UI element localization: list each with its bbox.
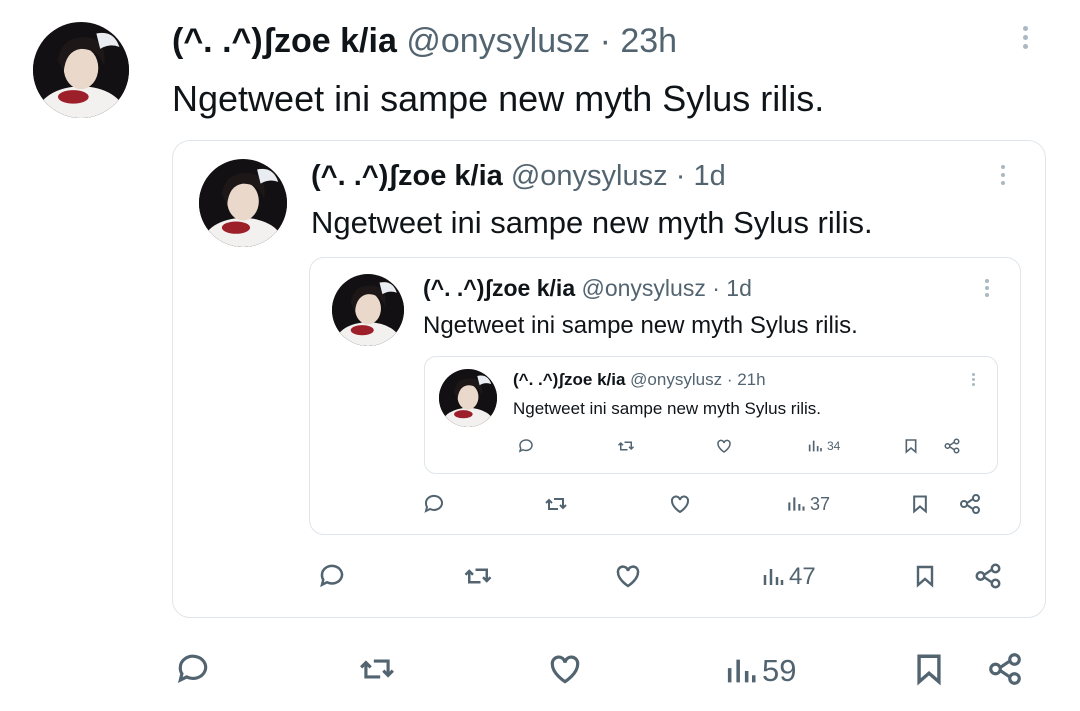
more-icon[interactable] bbox=[982, 276, 992, 304]
reply-button[interactable] bbox=[317, 561, 347, 591]
retweet-icon bbox=[360, 659, 394, 679]
reply-button[interactable] bbox=[517, 437, 535, 455]
more-icon[interactable] bbox=[997, 161, 1009, 195]
reply-button[interactable] bbox=[174, 650, 212, 688]
bookmark-button[interactable] bbox=[903, 437, 919, 455]
like-button[interactable] bbox=[668, 492, 692, 516]
bookmark-button[interactable] bbox=[910, 493, 930, 515]
bookmark-icon bbox=[917, 654, 941, 686]
quoted-tweet[interactable]: (^. .^)ʃzoe k/ia @onysylusz · 1d Ngetwee… bbox=[172, 140, 1046, 618]
retweet-button[interactable] bbox=[463, 561, 493, 591]
avatar[interactable] bbox=[199, 159, 287, 247]
separator: · bbox=[726, 370, 733, 389]
share-icon bbox=[975, 563, 1001, 589]
separator: · bbox=[675, 160, 686, 192]
share-icon bbox=[944, 438, 960, 454]
like-button[interactable] bbox=[546, 650, 584, 688]
views-button[interactable]: 34 bbox=[807, 437, 840, 455]
tweet-header: (^. .^)ʃzoe k/ia @onysylusz · 1d bbox=[311, 158, 726, 194]
share-icon bbox=[989, 653, 1021, 685]
avatar[interactable] bbox=[439, 369, 497, 427]
tweet-header: (^. .^)ʃzoe k/ia @onysylusz · 1d bbox=[423, 274, 752, 302]
views-icon bbox=[788, 497, 805, 511]
retweet-button[interactable] bbox=[544, 492, 568, 516]
reply-icon bbox=[320, 564, 344, 588]
views-button[interactable]: 59 bbox=[724, 653, 796, 689]
handle[interactable]: @onysylusz bbox=[511, 160, 668, 192]
action-bar: 34 bbox=[425, 435, 997, 459]
views-icon bbox=[763, 569, 784, 585]
retweet-button[interactable] bbox=[617, 437, 635, 455]
tweet-text: Ngetweet ini sampe new myth Sylus rilis. bbox=[311, 205, 873, 240]
avatar-image bbox=[33, 22, 129, 118]
views-count: 34 bbox=[827, 439, 841, 453]
display-name[interactable]: (^. .^)ʃzoe k/ia bbox=[423, 275, 575, 301]
timestamp[interactable]: 23h bbox=[620, 22, 677, 60]
timestamp[interactable]: 1d bbox=[693, 160, 725, 192]
bookmark-icon bbox=[905, 439, 917, 454]
like-icon bbox=[616, 565, 640, 588]
reply-icon bbox=[424, 494, 443, 513]
handle[interactable]: @onysylusz bbox=[582, 275, 706, 301]
timestamp[interactable]: 21h bbox=[737, 370, 765, 389]
avatar[interactable] bbox=[332, 274, 404, 346]
share-button[interactable] bbox=[943, 437, 961, 455]
quoted-tweet[interactable]: (^. .^)ʃzoe k/ia @onysylusz · 1d Ngetwee… bbox=[309, 257, 1021, 535]
main-tweet[interactable]: (^. .^)ʃzoe k/ia @onysylusz · 23h Ngetwe… bbox=[0, 0, 1080, 711]
views-button[interactable]: 37 bbox=[786, 493, 830, 515]
retweet-button[interactable] bbox=[358, 650, 396, 688]
like-icon bbox=[550, 655, 580, 684]
avatar-image bbox=[439, 369, 497, 427]
avatar-image bbox=[332, 274, 404, 346]
more-icon[interactable] bbox=[969, 371, 977, 393]
like-icon bbox=[717, 439, 731, 453]
separator: · bbox=[599, 22, 611, 60]
avatar-image bbox=[199, 159, 287, 247]
display-name[interactable]: (^. .^)ʃzoe k/ia bbox=[311, 160, 503, 192]
tweet-header: (^. .^)ʃzoe k/ia @onysylusz · 21h bbox=[513, 369, 766, 391]
tweet-text: Ngetweet ini sampe new myth Sylus rilis. bbox=[172, 78, 825, 119]
reply-icon bbox=[518, 439, 533, 453]
retweet-icon bbox=[617, 441, 635, 451]
tweet-header: (^. .^)ʃzoe k/ia @onysylusz · 23h bbox=[172, 20, 677, 62]
bookmark-button[interactable] bbox=[913, 563, 937, 589]
timestamp[interactable]: 1d bbox=[726, 275, 752, 301]
avatar[interactable] bbox=[33, 22, 129, 118]
views-count: 37 bbox=[810, 493, 831, 514]
tweet-text: Ngetweet ini sampe new myth Sylus rilis. bbox=[423, 312, 858, 339]
share-button[interactable] bbox=[973, 561, 1003, 591]
retweet-icon bbox=[464, 568, 492, 584]
handle[interactable]: @onysylusz bbox=[630, 370, 722, 389]
like-icon bbox=[671, 495, 689, 514]
display-name[interactable]: (^. .^)ʃzoe k/ia bbox=[172, 22, 397, 60]
action-bar: 47 bbox=[173, 559, 1045, 595]
like-button[interactable] bbox=[715, 437, 733, 455]
bookmark-icon bbox=[913, 495, 927, 514]
separator: · bbox=[712, 275, 720, 301]
views-count: 47 bbox=[789, 563, 816, 590]
retweet-icon bbox=[545, 498, 567, 510]
tweet-text: Ngetweet ini sampe new myth Sylus rilis. bbox=[513, 399, 822, 418]
bookmark-button[interactable] bbox=[912, 652, 946, 686]
reply-button[interactable] bbox=[422, 492, 446, 516]
views-button[interactable]: 47 bbox=[761, 563, 816, 591]
handle[interactable]: @onysylusz bbox=[406, 22, 590, 60]
reply-icon bbox=[177, 654, 208, 684]
like-button[interactable] bbox=[613, 561, 643, 591]
views-icon bbox=[808, 440, 822, 452]
display-name[interactable]: (^. .^)ʃzoe k/ia bbox=[513, 370, 625, 389]
action-bar: 59 bbox=[0, 648, 1080, 692]
share-icon bbox=[960, 494, 980, 514]
more-icon[interactable] bbox=[1018, 22, 1032, 62]
action-bar: 37 bbox=[310, 490, 1020, 520]
share-button[interactable] bbox=[986, 650, 1024, 688]
views-icon bbox=[727, 659, 756, 683]
views-count: 59 bbox=[762, 653, 797, 688]
quoted-tweet[interactable]: (^. .^)ʃzoe k/ia @onysylusz · 21h Ngetwe… bbox=[424, 356, 998, 474]
bookmark-icon bbox=[916, 565, 934, 588]
share-button[interactable] bbox=[958, 492, 982, 516]
